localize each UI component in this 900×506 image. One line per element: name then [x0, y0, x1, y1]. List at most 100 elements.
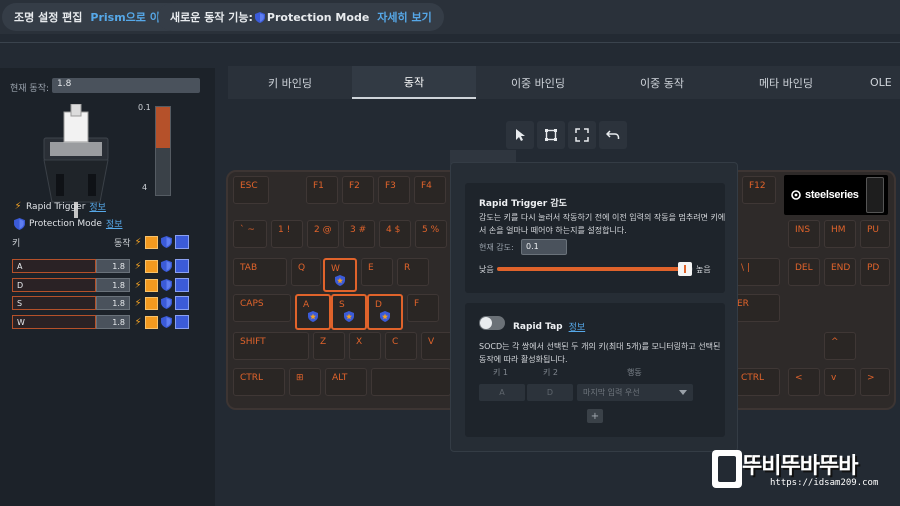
- rapid-trigger-title-text: Rapid Trigger 감도: [479, 199, 567, 209]
- undo-tool-button[interactable]: [599, 121, 627, 149]
- protection-all-checkbox[interactable]: [175, 235, 189, 249]
- key-f3[interactable]: F3: [378, 176, 410, 204]
- key-x[interactable]: X: [349, 332, 381, 360]
- row-value[interactable]: 1.8: [96, 259, 130, 273]
- key-right-arrow[interactable]: >: [860, 368, 890, 396]
- current-actuation-field[interactable]: 1.8: [52, 78, 200, 93]
- tab-dual-binding[interactable]: 이중 바인딩: [476, 66, 600, 99]
- key-up-arrow[interactable]: ^: [824, 332, 856, 360]
- key-d[interactable]: D: [367, 294, 403, 330]
- key-a[interactable]: A: [295, 294, 331, 330]
- rapid-tap-toggle[interactable]: [479, 316, 505, 330]
- row-key: S: [12, 296, 96, 310]
- key-right-ctrl[interactable]: CTRL: [734, 368, 780, 396]
- key-4[interactable]: 4 $: [379, 220, 411, 248]
- rapid-trigger-info-link[interactable]: 정보: [89, 200, 106, 213]
- row-value[interactable]: 1.8: [96, 315, 130, 329]
- tab-oled[interactable]: OLE: [848, 66, 896, 99]
- key-z[interactable]: Z: [313, 332, 345, 360]
- tab-dual-actuation[interactable]: 이중 동작: [600, 66, 724, 99]
- top-separator: [0, 42, 900, 43]
- row-key: A: [12, 259, 96, 273]
- sensitivity-slider-thumb[interactable]: [678, 262, 693, 276]
- protection-checkbox[interactable]: [175, 296, 189, 310]
- key-f[interactable]: F: [407, 294, 439, 322]
- row-value[interactable]: 1.8: [96, 296, 130, 310]
- column-key1-header: 키 1: [493, 368, 508, 377]
- rapid-trigger-checkbox[interactable]: [145, 296, 158, 310]
- rapid-trigger-checkbox[interactable]: [145, 278, 158, 292]
- key-2[interactable]: 2 @: [307, 220, 339, 248]
- row-value[interactable]: 1.8: [96, 278, 130, 292]
- key-tab[interactable]: TAB: [233, 258, 287, 286]
- see-more-link[interactable]: 자세히 보기: [377, 9, 431, 25]
- cursor-icon: [516, 129, 525, 141]
- table-row[interactable]: D 1.8 ⚡: [12, 278, 212, 292]
- key-space[interactable]: [371, 368, 451, 396]
- rapid-trigger-checkbox[interactable]: [145, 259, 158, 273]
- key1-slot[interactable]: A: [479, 384, 525, 401]
- key-f1[interactable]: F1: [306, 176, 338, 204]
- key-3[interactable]: 3 #: [343, 220, 375, 248]
- key-r[interactable]: R: [397, 258, 429, 286]
- header-icons: ⚡: [134, 235, 189, 249]
- key-esc[interactable]: ESC: [233, 176, 269, 204]
- rapid-trigger-all-checkbox[interactable]: [145, 235, 158, 249]
- table-row[interactable]: W 1.8 ⚡: [12, 315, 212, 329]
- watermark-url: https://idsam209.com: [770, 478, 879, 488]
- cursor-tool-button[interactable]: [506, 121, 534, 149]
- actuation-depth-bar: [155, 106, 171, 196]
- key-v[interactable]: V: [421, 332, 453, 360]
- key-left-arrow[interactable]: <: [788, 368, 820, 396]
- protection-mode-info-link[interactable]: 정보: [106, 217, 123, 230]
- key-backslash[interactable]: \ |: [734, 258, 780, 286]
- select-box-tool-button[interactable]: [537, 121, 565, 149]
- key-home[interactable]: HM: [824, 220, 856, 248]
- key-5[interactable]: 5 %: [415, 220, 447, 248]
- key-end[interactable]: END: [824, 258, 856, 286]
- key-f12[interactable]: F12: [742, 176, 776, 204]
- protection-mode-label: Protection Mode: [29, 218, 102, 229]
- tab-actuation[interactable]: 동작: [352, 66, 476, 99]
- shield-icon: [308, 311, 318, 322]
- add-pair-button[interactable]: +: [587, 409, 603, 423]
- key-w[interactable]: W: [323, 258, 357, 292]
- protection-checkbox[interactable]: [175, 278, 189, 292]
- key-c[interactable]: C: [385, 332, 417, 360]
- key-f2[interactable]: F2: [342, 176, 374, 204]
- key-grave[interactable]: ` ~: [233, 220, 267, 248]
- key-q[interactable]: Q: [291, 258, 321, 286]
- key-page-down[interactable]: PD: [860, 258, 890, 286]
- lightning-icon: ⚡: [14, 201, 22, 212]
- action-select-value: 마지막 입력 우선: [583, 388, 640, 397]
- key-page-up[interactable]: PU: [860, 220, 890, 248]
- key-f4[interactable]: F4: [414, 176, 446, 204]
- table-row[interactable]: A 1.8 ⚡: [12, 259, 212, 273]
- key-e[interactable]: E: [361, 258, 393, 286]
- lightning-icon: ⚡: [134, 316, 142, 328]
- key-1[interactable]: 1 !: [271, 220, 303, 248]
- key-insert[interactable]: INS: [788, 220, 820, 248]
- current-sensitivity-field[interactable]: 0.1: [521, 239, 567, 255]
- key-left-alt[interactable]: ALT: [325, 368, 367, 396]
- protection-checkbox[interactable]: [175, 315, 189, 329]
- action-select[interactable]: 마지막 입력 우선: [577, 384, 693, 401]
- key-windows[interactable]: ⊞: [289, 368, 321, 396]
- sensitivity-slider[interactable]: [497, 267, 693, 271]
- rapid-trigger-checkbox[interactable]: [145, 315, 158, 329]
- rapid-tap-info-link[interactable]: 정보: [569, 320, 586, 333]
- tab-key-binding[interactable]: 키 바인딩: [228, 66, 352, 99]
- key-down-arrow[interactable]: v: [824, 368, 856, 396]
- key-s[interactable]: S: [331, 294, 367, 330]
- key-caps-lock[interactable]: CAPS: [233, 294, 291, 322]
- key-left-ctrl[interactable]: CTRL: [233, 368, 285, 396]
- logo-text: steelseries: [805, 189, 859, 201]
- table-row[interactable]: S 1.8 ⚡: [12, 296, 212, 310]
- key2-slot[interactable]: D: [527, 384, 573, 401]
- fullscreen-tool-button[interactable]: [568, 121, 596, 149]
- tab-meta-binding[interactable]: 메타 바인딩: [724, 66, 848, 99]
- actuation-depth-fill: [156, 107, 170, 149]
- key-left-shift[interactable]: SHIFT: [233, 332, 309, 360]
- protection-checkbox[interactable]: [175, 259, 189, 273]
- key-delete[interactable]: DEL: [788, 258, 820, 286]
